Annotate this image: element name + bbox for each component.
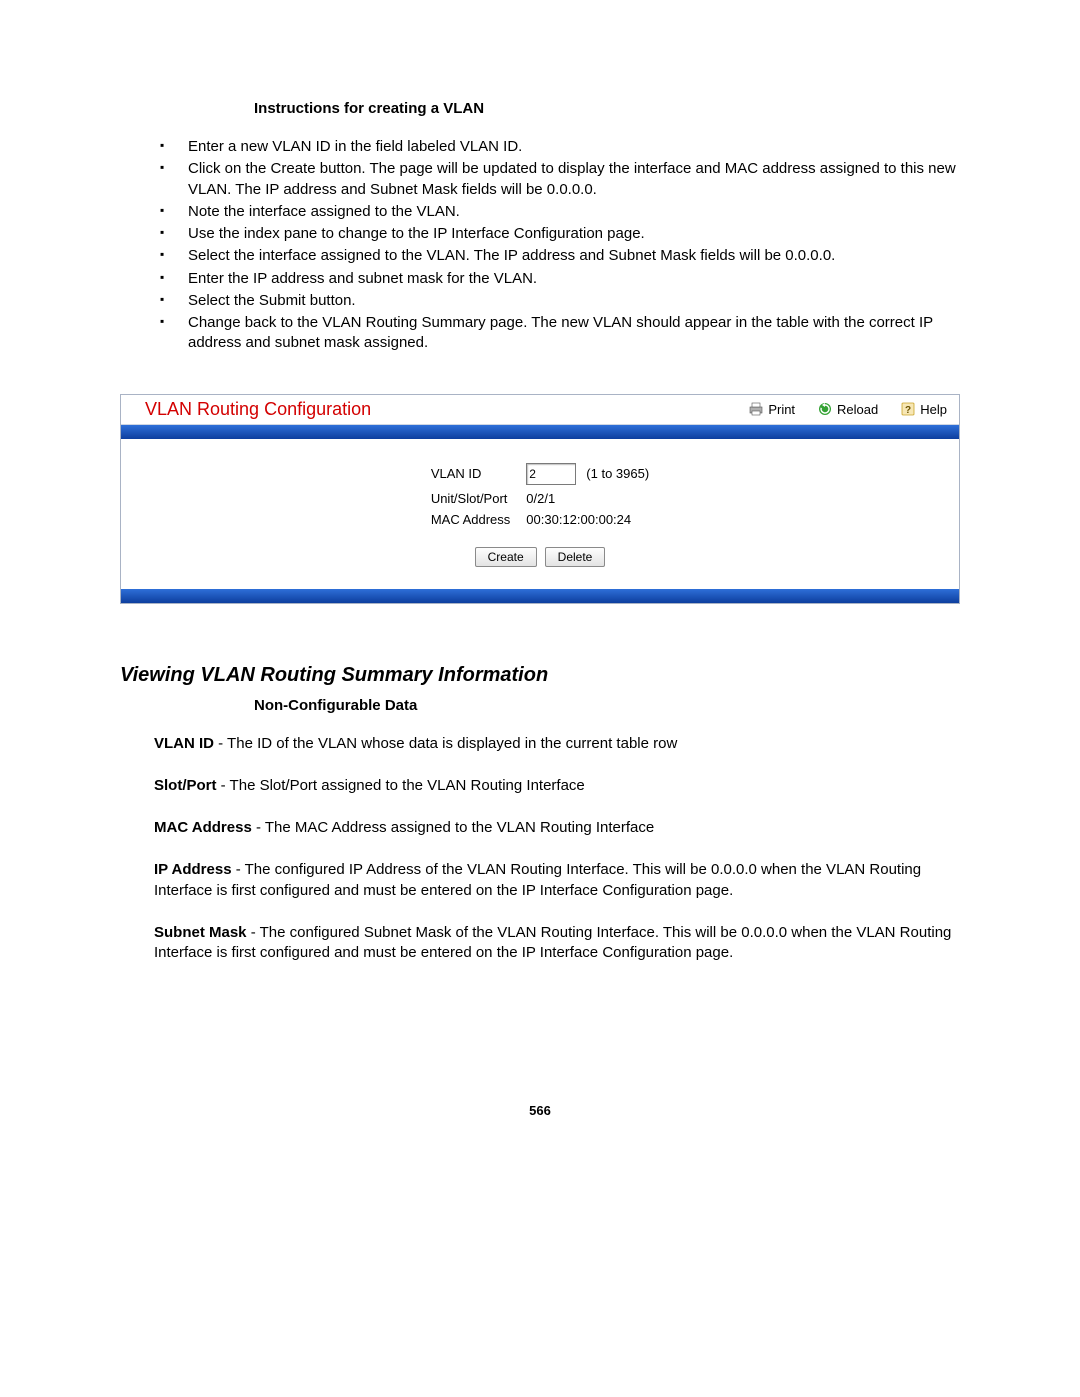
panel-title: VLAN Routing Configuration [145,399,371,420]
vlan-id-input[interactable] [526,463,576,485]
definition: Slot/Port - The Slot/Port assigned to th… [154,776,960,796]
definition: IP Address - The configured IP Address o… [154,860,960,901]
help-label: Help [920,402,947,417]
svg-text:?: ? [905,405,911,416]
definition: MAC Address - The MAC Address assigned t… [154,818,960,838]
instructions-list: Enter a new VLAN ID in the field labeled… [154,137,960,354]
delete-button[interactable]: Delete [545,547,606,567]
instructions-title: Instructions for creating a VLAN [154,100,960,117]
summary-heading: Viewing VLAN Routing Summary Information [120,664,960,687]
print-label: Print [768,402,795,417]
page-number: 566 [120,1103,960,1118]
list-item: Enter a new VLAN ID in the field labeled… [154,137,960,157]
unit-slot-port-label: Unit/Slot/Port [431,491,510,506]
list-item: Select the Submit button. [154,291,960,311]
definition: Subnet Mask - The configured Subnet Mask… [154,923,960,964]
reload-button[interactable]: Reload [817,401,878,417]
create-button[interactable]: Create [475,547,537,567]
mac-address-label: MAC Address [431,512,510,527]
list-item: Enter the IP address and subnet mask for… [154,269,960,289]
list-item: Click on the Create button. The page wil… [154,159,960,200]
list-item: Change back to the VLAN Routing Summary … [154,313,960,354]
bottom-band [121,589,959,603]
print-button[interactable]: Print [748,401,795,417]
print-icon [748,401,764,417]
help-button[interactable]: ? Help [900,401,947,417]
summary-subheading: Non-Configurable Data [154,697,960,714]
vlan-config-panel: VLAN Routing Configuration Print Reload [120,394,960,604]
unit-slot-port-value: 0/2/1 [526,491,649,506]
definition: VLAN ID - The ID of the VLAN whose data … [154,734,960,754]
vlan-id-range: (1 to 3965) [586,466,649,481]
top-band [121,425,959,439]
list-item: Use the index pane to change to the IP I… [154,224,960,244]
vlan-id-label: VLAN ID [431,466,510,481]
mac-address-value: 00:30:12:00:00:24 [526,512,649,527]
list-item: Select the interface assigned to the VLA… [154,246,960,266]
help-icon: ? [900,401,916,417]
reload-icon [817,401,833,417]
reload-label: Reload [837,402,878,417]
list-item: Note the interface assigned to the VLAN. [154,202,960,222]
